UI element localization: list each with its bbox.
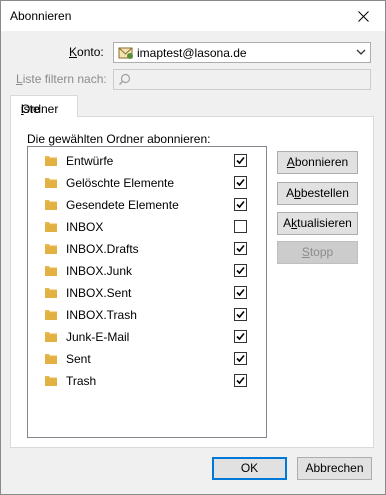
folder-icon bbox=[45, 332, 57, 342]
subscribe-checkbox[interactable] bbox=[234, 330, 247, 343]
check-icon bbox=[236, 156, 245, 165]
folder-list[interactable]: Entwürfe Gelöschte Elemente Gesendete Elem… bbox=[27, 146, 267, 438]
check-icon bbox=[236, 354, 245, 363]
folder-icon bbox=[45, 354, 57, 364]
tab-folder-list[interactable]: Ordner l iste bbox=[10, 95, 78, 117]
account-select[interactable]: imaptest@lasona.de bbox=[113, 42, 371, 63]
check-icon bbox=[236, 178, 245, 187]
check-icon bbox=[236, 332, 245, 341]
folder-icon bbox=[45, 178, 57, 188]
folder-name: INBOX.Trash bbox=[66, 308, 137, 322]
folder-name: Trash bbox=[66, 374, 97, 388]
subscribe-checkbox[interactable] bbox=[234, 286, 247, 299]
subscribe-checkbox[interactable] bbox=[234, 308, 247, 321]
subscribe-checkbox[interactable] bbox=[234, 264, 247, 277]
filter-input[interactable] bbox=[113, 69, 371, 90]
mail-account-icon bbox=[118, 47, 133, 59]
title-bar: Abonnieren bbox=[1, 1, 385, 31]
folder-row[interactable]: Gelöschte Elemente bbox=[28, 172, 266, 194]
check-icon bbox=[236, 310, 245, 319]
subscribe-checkbox[interactable] bbox=[234, 242, 247, 255]
cancel-button[interactable]: Abbrechen bbox=[297, 457, 372, 480]
subscribe-button[interactable]: Abonnieren bbox=[277, 151, 358, 174]
unsubscribe-button[interactable]: Abbestellen bbox=[277, 182, 358, 205]
folder-name: INBOX.Sent bbox=[66, 286, 132, 300]
search-icon bbox=[119, 73, 131, 85]
subscribe-checkbox[interactable] bbox=[234, 352, 247, 365]
folder-row[interactable]: INBOX.Sent bbox=[28, 282, 266, 304]
folder-name: Junk-E-Mail bbox=[66, 330, 130, 344]
folder-name: Sent bbox=[66, 352, 91, 366]
dialog-window: Abonnieren Konto: imaptest@lasona.de Lis… bbox=[0, 0, 386, 495]
ok-button[interactable]: OK bbox=[212, 457, 287, 480]
folder-row[interactable]: INBOX.Junk bbox=[28, 260, 266, 282]
folder-row[interactable]: INBOX bbox=[28, 216, 266, 238]
account-label: Konto: bbox=[69, 45, 104, 59]
folder-name: Entwürfe bbox=[66, 154, 114, 168]
window-title: Abonnieren bbox=[10, 9, 72, 23]
close-icon bbox=[357, 10, 369, 22]
folder-icon bbox=[45, 288, 57, 298]
folder-name: INBOX bbox=[66, 220, 104, 234]
folder-icon bbox=[45, 200, 57, 210]
folder-icon bbox=[45, 244, 57, 254]
refresh-button[interactable]: Aktualisieren bbox=[277, 212, 358, 235]
account-value: imaptest@lasona.de bbox=[137, 46, 247, 60]
folder-row[interactable]: INBOX.Trash bbox=[28, 304, 266, 326]
filter-label: Liste filtern nach: bbox=[16, 72, 107, 86]
subscribe-checkbox[interactable] bbox=[234, 176, 247, 189]
check-icon bbox=[236, 244, 245, 253]
folder-name: INBOX.Junk bbox=[66, 264, 133, 278]
check-icon bbox=[236, 376, 245, 385]
list-heading: Die gewählten Ordner abonnieren: bbox=[27, 132, 211, 146]
check-icon bbox=[236, 200, 245, 209]
subscribe-checkbox[interactable] bbox=[234, 220, 247, 233]
folder-icon bbox=[45, 266, 57, 276]
folder-row[interactable]: Junk-E-Mail bbox=[28, 326, 266, 348]
folder-row[interactable]: Sent bbox=[28, 348, 266, 370]
chevron-down-icon bbox=[356, 49, 366, 55]
folder-icon bbox=[45, 376, 57, 386]
folder-icon bbox=[45, 156, 57, 166]
folder-name: INBOX.Drafts bbox=[66, 242, 139, 256]
folder-row[interactable]: INBOX.Drafts bbox=[28, 238, 266, 260]
folder-name: Gelöschte Elemente bbox=[66, 176, 175, 190]
subscribe-checkbox[interactable] bbox=[234, 198, 247, 211]
check-icon bbox=[236, 288, 245, 297]
folder-row[interactable]: Trash bbox=[28, 370, 266, 392]
folder-icon bbox=[45, 310, 57, 320]
subscribe-checkbox[interactable] bbox=[234, 154, 247, 167]
stop-button[interactable]: Stopp bbox=[277, 241, 358, 264]
folder-icon bbox=[45, 222, 57, 232]
folder-row[interactable]: Entwürfe bbox=[28, 150, 266, 172]
check-icon bbox=[236, 266, 245, 275]
folder-name: Gesendete Elemente bbox=[66, 198, 179, 212]
folder-row[interactable]: Gesendete Elemente bbox=[28, 194, 266, 216]
subscribe-checkbox[interactable] bbox=[234, 374, 247, 387]
close-button[interactable] bbox=[341, 1, 385, 31]
